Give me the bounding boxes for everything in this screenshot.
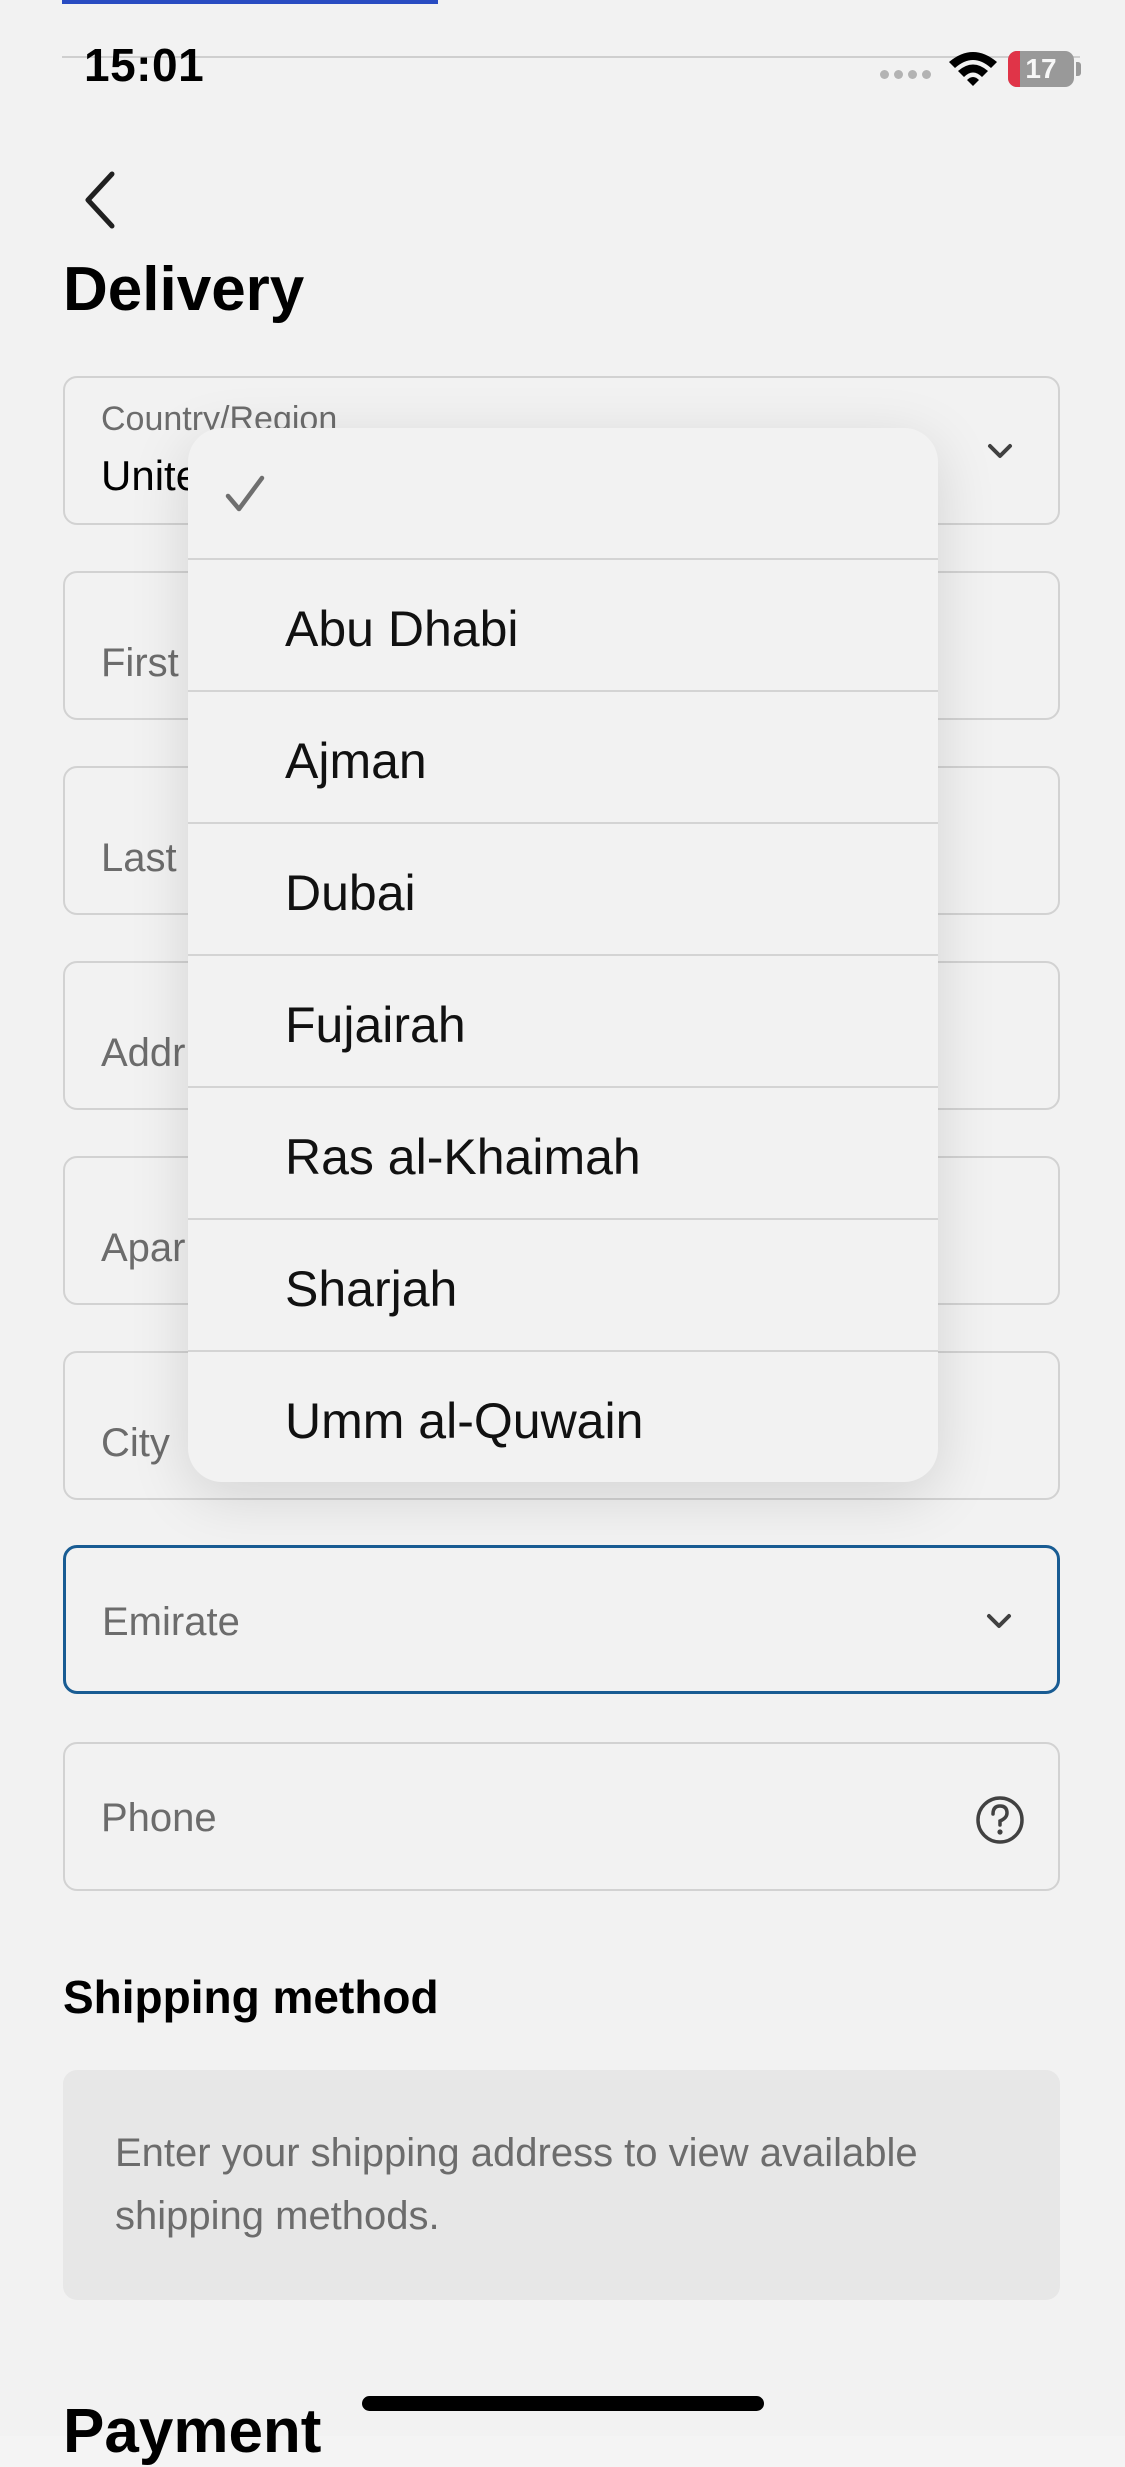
dropdown-option-label: Ras al-Khaimah	[285, 1129, 641, 1185]
checkout-page: 15:01 17 Delivery Country/Region Unite F…	[0, 0, 1125, 2466]
dropdown-option-ras-al-khaimah[interactable]: Ras al-Khaimah	[188, 1088, 938, 1220]
dropdown-option-ajman[interactable]: Ajman	[188, 692, 938, 824]
emirate-dropdown-menu: Abu Dhabi Ajman Dubai Fujairah Ras al-Kh…	[188, 428, 938, 1482]
dropdown-option-umm-al-quwain[interactable]: Umm al-Quwain	[188, 1352, 938, 1482]
checkmark-icon	[225, 475, 265, 512]
dropdown-option-label: Fujairah	[285, 997, 466, 1053]
dropdown-option-label: Umm al-Quwain	[285, 1393, 644, 1449]
dropdown-option-label: Ajman	[285, 733, 427, 789]
dropdown-option-abu-dhabi[interactable]: Abu Dhabi	[188, 560, 938, 692]
dropdown-option-dubai[interactable]: Dubai	[188, 824, 938, 956]
dropdown-option-sharjah[interactable]: Sharjah	[188, 1220, 938, 1352]
dropdown-option-label: Sharjah	[285, 1261, 458, 1317]
dropdown-option-label: Abu Dhabi	[285, 601, 519, 657]
dropdown-option-empty[interactable]	[188, 428, 938, 560]
home-indicator[interactable]	[362, 2396, 764, 2411]
dropdown-option-fujairah[interactable]: Fujairah	[188, 956, 938, 1088]
dropdown-option-label: Dubai	[285, 865, 416, 921]
